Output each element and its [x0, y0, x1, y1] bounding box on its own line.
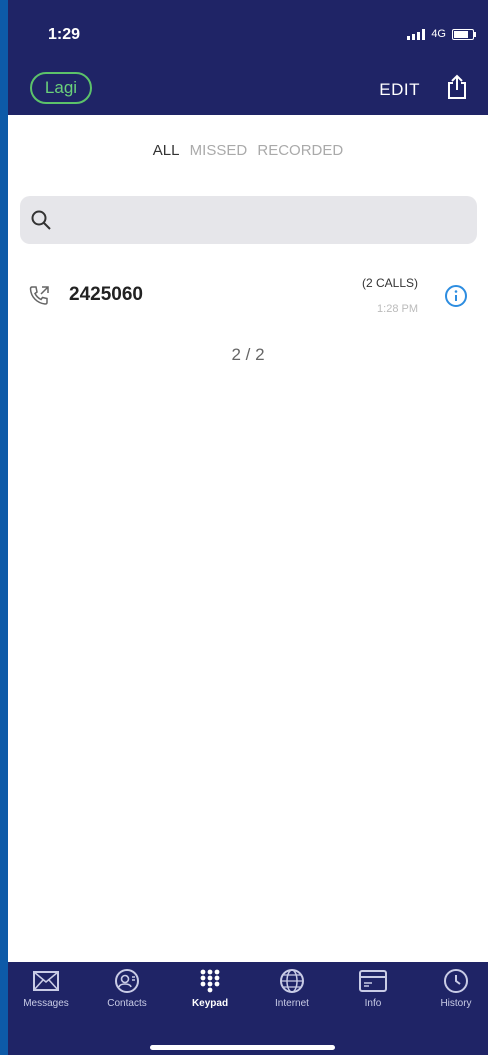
- tab-label: Info: [364, 998, 382, 1009]
- tab-label: History: [440, 998, 472, 1009]
- tab-recorded[interactable]: RECORDED: [257, 142, 343, 159]
- globe-icon: [280, 969, 304, 993]
- tab-missed[interactable]: MISSED: [190, 142, 248, 159]
- pagination: 2 / 2: [231, 345, 265, 364]
- edit-button[interactable]: EDIT: [379, 80, 420, 100]
- info-icon[interactable]: [444, 284, 468, 308]
- clock-icon: [444, 969, 468, 993]
- call-time: 1:28 PM: [377, 303, 418, 315]
- phone-screen: 1:29 4G Lagi EDIT ALL MISSED RECORDED 24…: [8, 0, 488, 1055]
- card-icon: [359, 970, 387, 992]
- call-count: (2 CALLS): [361, 276, 418, 290]
- status-time: 1:29: [48, 26, 81, 43]
- outgoing-call-icon: [29, 286, 49, 305]
- envelope-icon: [33, 971, 59, 991]
- tab-label: Contacts: [107, 998, 147, 1009]
- tab-messages[interactable]: Messages: [11, 968, 81, 1009]
- signal-icon: [407, 28, 426, 40]
- search-input[interactable]: [20, 196, 477, 244]
- network-label: 4G: [431, 28, 446, 40]
- keypad-icon: [200, 969, 220, 993]
- search-icon: [31, 210, 51, 230]
- lagi-button[interactable]: Lagi: [30, 72, 92, 104]
- call-row[interactable]: 2425060 (2 CALLS) 1:28 PM: [8, 270, 488, 326]
- top-bar: 1:29 4G Lagi EDIT: [8, 0, 488, 115]
- contact-icon: [115, 969, 139, 993]
- tab-history[interactable]: History: [421, 968, 488, 1009]
- status-indicators: 4G: [407, 28, 476, 40]
- bottom-tab-bar: Messages Contacts Keypad Internet Info H…: [8, 962, 488, 1055]
- tab-label: Keypad: [191, 998, 229, 1009]
- tab-label: Internet: [275, 998, 309, 1009]
- tab-internet[interactable]: Internet: [257, 968, 327, 1009]
- call-number: 2425060: [69, 284, 143, 305]
- tab-info[interactable]: Info: [338, 968, 408, 1009]
- battery-icon: [452, 28, 476, 40]
- filter-tabs: ALL MISSED RECORDED: [8, 142, 488, 159]
- share-icon[interactable]: [446, 74, 468, 105]
- home-indicator: [150, 1045, 335, 1050]
- tab-label: Messages: [23, 998, 69, 1009]
- tab-contacts[interactable]: Contacts: [92, 968, 162, 1009]
- tab-keypad[interactable]: Keypad: [175, 968, 245, 1009]
- tab-all[interactable]: ALL: [153, 142, 180, 159]
